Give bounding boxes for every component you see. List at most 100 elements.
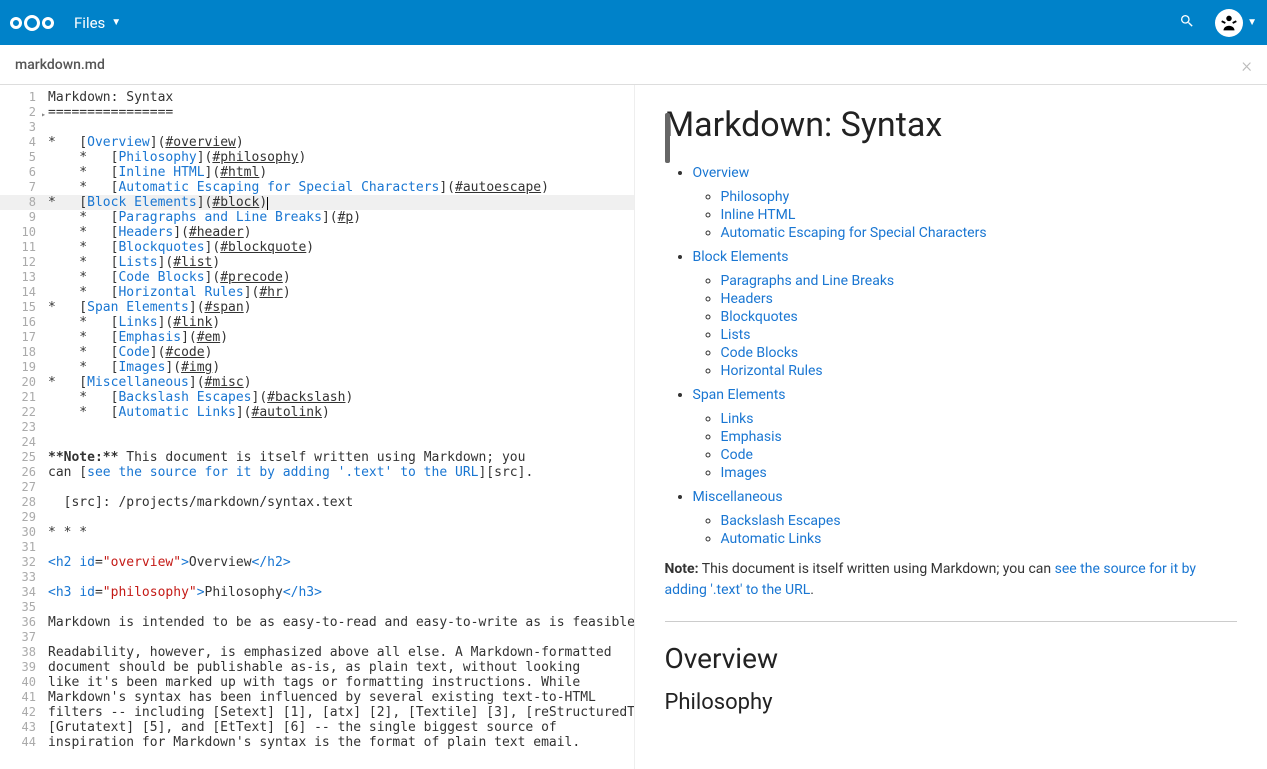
code-line-content[interactable]: inspiration for Markdown's syntax is the…	[48, 735, 634, 750]
code-line-content[interactable]: * [Paragraphs and Line Breaks](#p)	[48, 210, 634, 225]
code-line[interactable]: 9 * [Paragraphs and Line Breaks](#p)	[0, 210, 634, 225]
code-line-content[interactable]	[48, 420, 634, 435]
code-line-content[interactable]: * [Inline HTML](#html)	[48, 165, 634, 180]
toc-link[interactable]: Miscellaneous	[693, 489, 783, 505]
code-line[interactable]: 27	[0, 480, 634, 495]
code-line-content[interactable]: Markdown's syntax has been influenced by…	[48, 690, 634, 705]
code-line[interactable]: 38Readability, however, is emphasized ab…	[0, 645, 634, 660]
code-line-content[interactable]	[48, 480, 634, 495]
code-line[interactable]: 30* * *	[0, 525, 634, 540]
code-line-content[interactable]: <h2 id="overview">Overview</h2>	[48, 555, 634, 570]
app-menu[interactable]: Files ▼	[74, 14, 121, 32]
code-line[interactable]: 25**Note:** This document is itself writ…	[0, 450, 634, 465]
code-line-content[interactable]: [Grutatext] [5], and [EtText] [6] -- the…	[48, 720, 634, 735]
code-line-content[interactable]: Markdown is intended to be as easy-to-re…	[48, 615, 634, 630]
code-line[interactable]: 33	[0, 570, 634, 585]
code-line-content[interactable]: ================	[48, 105, 634, 120]
toc-link[interactable]: Horizontal Rules	[721, 363, 823, 379]
code-line-content[interactable]: filters -- including [Setext] [1], [atx]…	[48, 705, 634, 720]
code-line-content[interactable]: * [Backslash Escapes](#backslash)	[48, 390, 634, 405]
code-line-content[interactable]: can [see the source for it by adding '.t…	[48, 465, 634, 480]
code-line-content[interactable]	[48, 435, 634, 450]
toc-link[interactable]: Span Elements	[693, 387, 786, 403]
code-line-content[interactable]: <h3 id="philosophy">Philosophy</h3>	[48, 585, 634, 600]
code-line[interactable]: 17 * [Emphasis](#em)	[0, 330, 634, 345]
code-line[interactable]: 43[Grutatext] [5], and [EtText] [6] -- t…	[0, 720, 634, 735]
search-icon[interactable]	[1179, 13, 1195, 33]
code-line[interactable]: 19 * [Images](#img)	[0, 360, 634, 375]
toc-link[interactable]: Overview	[693, 165, 750, 181]
code-line[interactable]: 18 * [Code](#code)	[0, 345, 634, 360]
code-line[interactable]: 21 * [Backslash Escapes](#backslash)	[0, 390, 634, 405]
code-line[interactable]: 39document should be publishable as-is, …	[0, 660, 634, 675]
code-line-content[interactable]: * [Code](#code)	[48, 345, 634, 360]
code-line[interactable]: 22 * [Automatic Links](#autolink)	[0, 405, 634, 420]
code-line[interactable]: 29	[0, 510, 634, 525]
code-line-content[interactable]: * [Automatic Escaping for Special Charac…	[48, 180, 634, 195]
code-line-content[interactable]: * [Links](#link)	[48, 315, 634, 330]
code-line[interactable]: 16 * [Links](#link)	[0, 315, 634, 330]
toc-link[interactable]: Images	[721, 465, 767, 481]
code-line-content[interactable]: [src]: /projects/markdown/syntax.text	[48, 495, 634, 510]
code-line[interactable]: 36Markdown is intended to be as easy-to-…	[0, 615, 634, 630]
code-line[interactable]: 5 * [Philosophy](#philosophy)	[0, 150, 634, 165]
code-line-content[interactable]: Markdown: Syntax	[48, 90, 634, 105]
toc-link[interactable]: Code Blocks	[721, 345, 799, 361]
code-line-content[interactable]	[48, 570, 634, 585]
code-line[interactable]: 12 * [Lists](#list)	[0, 255, 634, 270]
code-line[interactable]: 8* [Block Elements](#block)	[0, 195, 634, 210]
user-menu[interactable]: ▼	[1215, 9, 1257, 37]
code-line-content[interactable]: * [Images](#img)	[48, 360, 634, 375]
code-line[interactable]: 11 * [Blockquotes](#blockquote)	[0, 240, 634, 255]
code-line[interactable]: 2================	[0, 105, 634, 120]
code-line[interactable]: 6 * [Inline HTML](#html)	[0, 165, 634, 180]
code-line[interactable]: 24	[0, 435, 634, 450]
code-line-content[interactable]: like it's been marked up with tags or fo…	[48, 675, 634, 690]
toc-link[interactable]: Lists	[721, 327, 751, 343]
code-line[interactable]: 34<h3 id="philosophy">Philosophy</h3>	[0, 585, 634, 600]
code-line[interactable]: 7 * [Automatic Escaping for Special Char…	[0, 180, 634, 195]
code-line-content[interactable]	[48, 630, 634, 645]
toc-link[interactable]: Philosophy	[721, 189, 790, 205]
code-line[interactable]: 35	[0, 600, 634, 615]
code-line-content[interactable]	[48, 540, 634, 555]
toc-link[interactable]: Emphasis	[721, 429, 782, 445]
code-line[interactable]: 10 * [Headers](#header)	[0, 225, 634, 240]
code-line-content[interactable]: * * *	[48, 525, 634, 540]
code-line-content[interactable]: * [Span Elements](#span)	[48, 300, 634, 315]
code-line-content[interactable]: * [Block Elements](#block)	[48, 195, 634, 210]
code-line[interactable]: 15* [Span Elements](#span)	[0, 300, 634, 315]
toc-link[interactable]: Backslash Escapes	[721, 513, 841, 529]
toc-link[interactable]: Block Elements	[693, 249, 789, 265]
code-line-content[interactable]	[48, 600, 634, 615]
logo[interactable]	[10, 15, 54, 31]
code-line-content[interactable]: * [Code Blocks](#precode)	[48, 270, 634, 285]
code-line-content[interactable]: * [Blockquotes](#blockquote)	[48, 240, 634, 255]
code-line-content[interactable]: * [Horizontal Rules](#hr)	[48, 285, 634, 300]
code-line[interactable]: 14 * [Horizontal Rules](#hr)	[0, 285, 634, 300]
code-line-content[interactable]	[48, 510, 634, 525]
toc-link[interactable]: Inline HTML	[721, 207, 796, 223]
toc-link[interactable]: Code	[721, 447, 753, 463]
code-line[interactable]: 37	[0, 630, 634, 645]
close-button[interactable]: ×	[1242, 53, 1252, 77]
toc-link[interactable]: Automatic Links	[721, 531, 822, 547]
code-line-content[interactable]: Readability, however, is emphasized abov…	[48, 645, 634, 660]
code-line[interactable]: 44inspiration for Markdown's syntax is t…	[0, 735, 634, 750]
code-line[interactable]: 31	[0, 540, 634, 555]
code-line[interactable]: 28 [src]: /projects/markdown/syntax.text	[0, 495, 634, 510]
code-line-content[interactable]: * [Lists](#list)	[48, 255, 634, 270]
code-line-content[interactable]: * [Miscellaneous](#misc)	[48, 375, 634, 390]
code-line[interactable]: 42filters -- including [Setext] [1], [at…	[0, 705, 634, 720]
code-line-content[interactable]: document should be publishable as-is, as…	[48, 660, 634, 675]
toc-link[interactable]: Headers	[721, 291, 773, 307]
code-line-content[interactable]: * [Automatic Links](#autolink)	[48, 405, 634, 420]
toc-link[interactable]: Automatic Escaping for Special Character…	[721, 225, 987, 241]
toc-link[interactable]: Links	[721, 411, 754, 427]
code-line[interactable]: 20* [Miscellaneous](#misc)	[0, 375, 634, 390]
editor-pane[interactable]: 1Markdown: Syntax2================34* [O…	[0, 85, 634, 769]
code-line[interactable]: 26can [see the source for it by adding '…	[0, 465, 634, 480]
code-line-content[interactable]: * [Overview](#overview)	[48, 135, 634, 150]
code-line[interactable]: 41Markdown's syntax has been influenced …	[0, 690, 634, 705]
code-line[interactable]: 40like it's been marked up with tags or …	[0, 675, 634, 690]
